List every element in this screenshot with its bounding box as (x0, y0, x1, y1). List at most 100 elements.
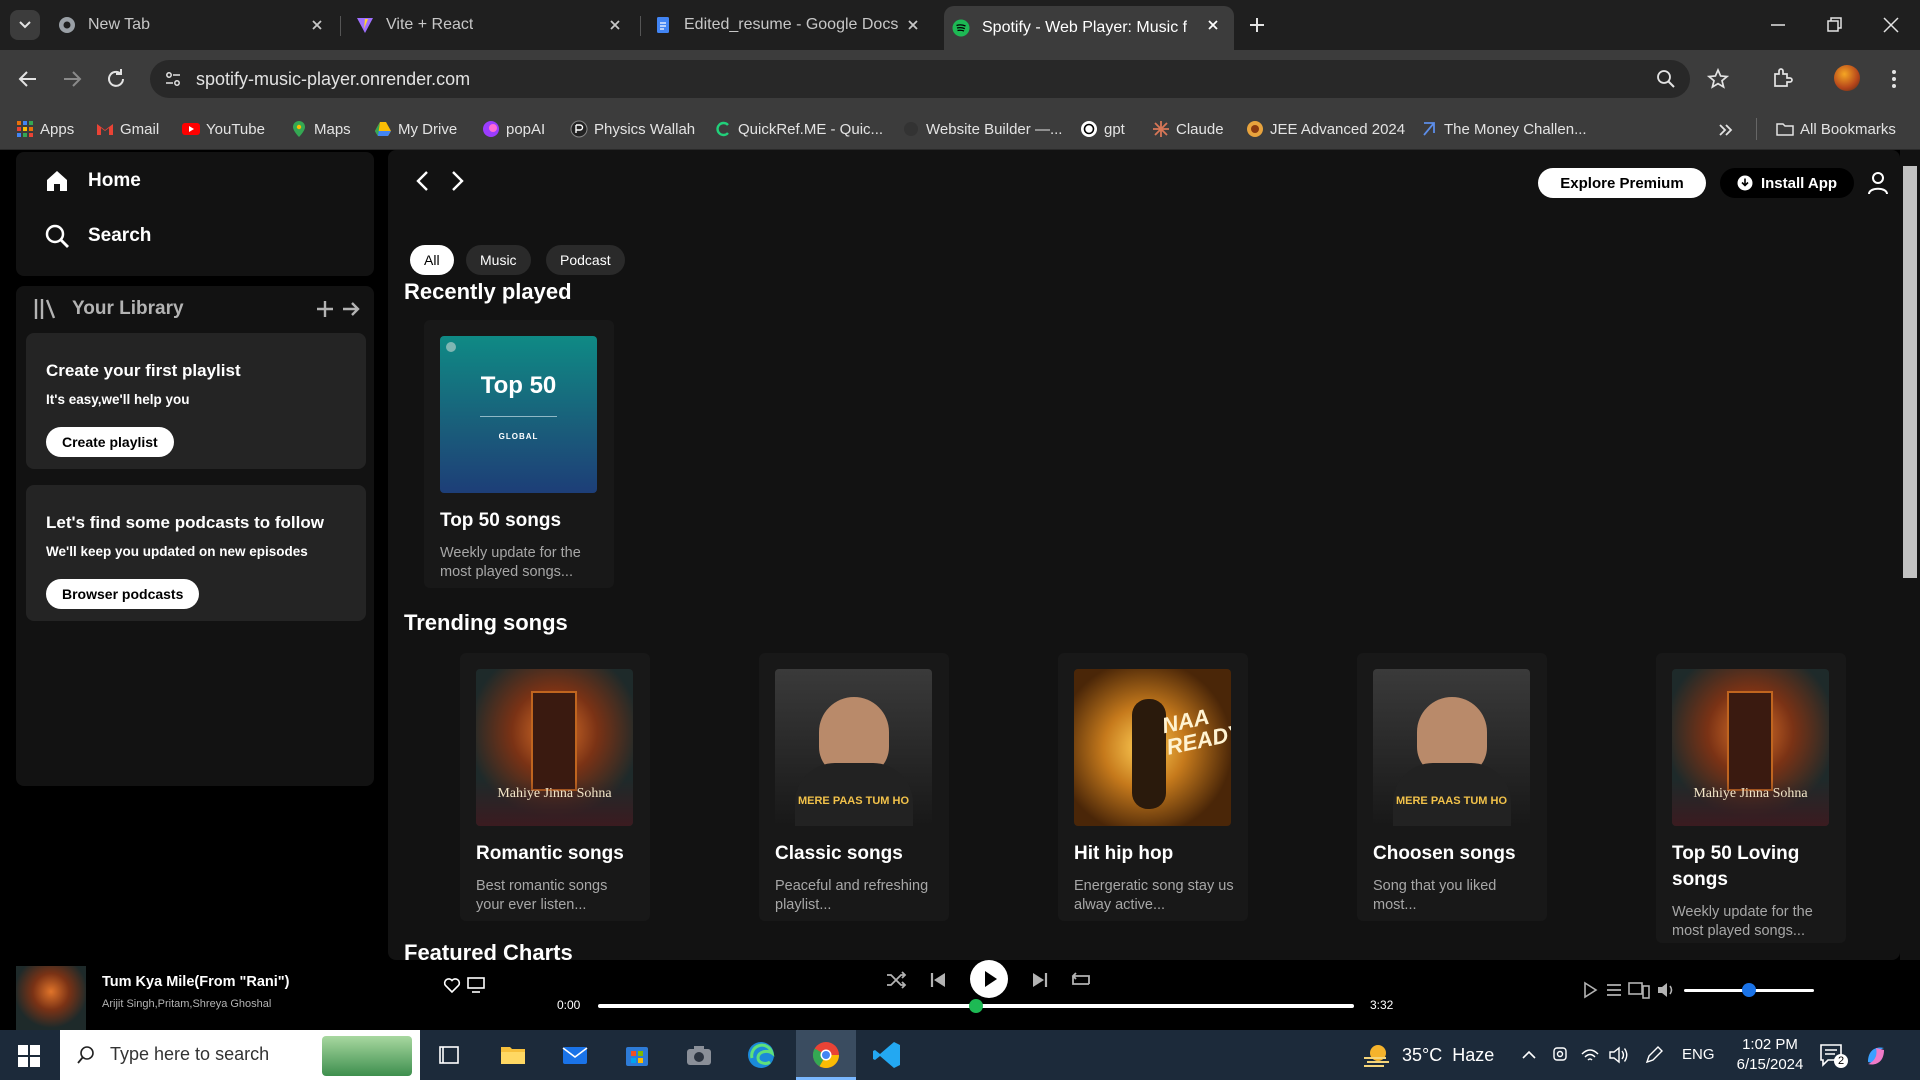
minimize-icon[interactable] (1768, 15, 1788, 35)
progress-knob[interactable] (969, 999, 983, 1013)
volume-icon[interactable] (1656, 980, 1678, 1000)
profile-avatar[interactable] (1834, 65, 1860, 91)
browse-podcasts-button[interactable]: Browser podcasts (46, 579, 200, 609)
plus-icon[interactable] (314, 298, 336, 320)
filter-chip-all[interactable]: All (410, 245, 454, 275)
all-bookmarks[interactable]: All Bookmarks (1776, 116, 1896, 142)
album-card[interactable]: Mahiye Jinna Sohna Top 50 Loving songs W… (1656, 653, 1846, 943)
close-icon[interactable] (904, 16, 922, 34)
nav-forward-icon[interactable] (446, 168, 468, 194)
next-icon[interactable] (1028, 968, 1052, 992)
heart-icon[interactable] (443, 976, 461, 994)
album-card[interactable]: Top 50 GLOBAL Top 50 songs Weekly update… (424, 320, 614, 588)
notification-center[interactable]: 2 (1818, 1042, 1848, 1070)
windows-start-icon[interactable] (18, 1045, 40, 1067)
bookmark-maps[interactable]: Maps (290, 116, 351, 142)
device-icon[interactable] (466, 976, 486, 994)
bookmark-quickref[interactable]: QuickRef.ME - Quic... (714, 116, 883, 142)
close-icon[interactable] (606, 16, 624, 34)
install-app-button[interactable]: Install App (1720, 168, 1854, 198)
now-playing-cover[interactable] (16, 966, 86, 1030)
restore-icon[interactable] (1824, 15, 1844, 35)
nav-home[interactable]: Home (44, 168, 141, 194)
tab-vite-react[interactable]: Vite + React (356, 6, 636, 44)
now-playing-view-icon[interactable] (1580, 980, 1600, 1000)
back-arrow-icon[interactable] (16, 67, 40, 91)
tab-spotify[interactable]: Spotify - Web Player: Music for (944, 6, 1234, 50)
filter-chip-music[interactable]: Music (466, 245, 531, 275)
create-playlist-button[interactable]: Create playlist (46, 427, 174, 457)
track-artists[interactable]: Arijit Singh,Pritam,Shreya Ghoshal (102, 998, 271, 1010)
bookmark-gpt[interactable]: gpt (1080, 116, 1125, 142)
nav-search[interactable]: Search (44, 223, 151, 249)
camera-icon[interactable] (682, 1038, 716, 1072)
new-tab-plus-icon[interactable] (1246, 14, 1268, 36)
taskbar-search-box[interactable]: Type here to search (60, 1030, 420, 1080)
album-card[interactable]: NAA READY Hit hip hop Energeratic song s… (1058, 653, 1248, 921)
previous-icon[interactable] (926, 968, 950, 992)
window-close-icon[interactable] (1881, 15, 1901, 35)
library-header[interactable]: Your Library (32, 296, 184, 322)
microsoft-store-icon[interactable] (620, 1038, 654, 1072)
shuffle-icon[interactable] (884, 968, 908, 992)
bookmark-apps[interactable]: Apps (16, 116, 74, 142)
tab-new-tab[interactable]: New Tab (58, 6, 338, 44)
scrollbar-track[interactable] (1900, 150, 1920, 960)
camera-privacy-icon[interactable] (1550, 1045, 1570, 1065)
bookmarks-overflow-icon[interactable] (1716, 122, 1736, 138)
bookmark-website-builder[interactable]: Website Builder —... (902, 116, 1062, 142)
weather-widget[interactable]: 35°C Haze (1362, 1042, 1494, 1068)
extensions-icon[interactable] (1770, 66, 1794, 90)
reload-icon[interactable] (104, 67, 128, 91)
pen-icon[interactable] (1644, 1045, 1664, 1065)
bookmark-claude[interactable]: Claude (1152, 116, 1224, 142)
connect-device-icon[interactable] (1628, 980, 1650, 1000)
tab-google-docs[interactable]: Edited_resume - Google Docs (654, 6, 934, 44)
bookmark-label: JEE Advanced 2024 (1270, 120, 1406, 138)
bookmark-youtube[interactable]: YouTube (182, 116, 265, 142)
close-icon[interactable] (1204, 16, 1222, 34)
site-info-icon[interactable] (164, 70, 182, 88)
bookmark-star-icon[interactable] (1706, 67, 1730, 91)
vscode-icon[interactable] (870, 1038, 904, 1072)
bookmark-money-challenge[interactable]: The Money Challen... (1420, 116, 1587, 142)
copilot-icon[interactable] (1862, 1042, 1890, 1070)
bookmark-jee-advanced[interactable]: JEE Advanced 2024 (1246, 116, 1405, 142)
wifi-icon[interactable] (1580, 1045, 1600, 1065)
play-button[interactable] (970, 960, 1008, 998)
album-card[interactable]: Mahiye Jinna Sohna Romantic songs Best r… (460, 653, 650, 921)
progress-bar[interactable] (598, 999, 1354, 1013)
user-profile-icon[interactable] (1866, 170, 1890, 196)
forward-arrow-icon[interactable] (60, 67, 84, 91)
edge-icon[interactable] (744, 1038, 778, 1072)
bookmark-popai[interactable]: popAI (482, 116, 545, 142)
nav-back-icon[interactable] (412, 168, 434, 194)
bookmark-my-drive[interactable]: My Drive (374, 116, 457, 142)
album-card[interactable]: MERE PAAS TUM HO Classic songs Peaceful … (759, 653, 949, 921)
language-indicator[interactable]: ENG (1682, 1046, 1715, 1063)
volume-knob[interactable] (1742, 983, 1756, 997)
task-view-icon[interactable] (432, 1038, 466, 1072)
queue-icon[interactable] (1604, 980, 1624, 1000)
tab-search-button[interactable] (10, 10, 40, 40)
chrome-taskbar-active[interactable] (796, 1030, 856, 1080)
file-explorer-icon[interactable] (496, 1038, 530, 1072)
filter-chip-podcast[interactable]: Podcast (546, 245, 625, 275)
explore-premium-button[interactable]: Explore Premium (1538, 168, 1706, 198)
scrollbar-thumb[interactable] (1903, 166, 1917, 578)
volume-slider[interactable] (1684, 983, 1814, 997)
album-card[interactable]: MERE PAAS TUM HO Choosen songs Song that… (1357, 653, 1547, 921)
show-hidden-icons-chevron-icon[interactable] (1520, 1046, 1538, 1064)
bookmark-physics-wallah[interactable]: Physics Wallah (570, 116, 695, 142)
repeat-icon[interactable] (1069, 968, 1093, 992)
close-icon[interactable] (308, 16, 326, 34)
mail-icon[interactable] (558, 1038, 592, 1072)
bookmark-gmail[interactable]: Gmail (96, 116, 159, 142)
more-menu-icon[interactable] (1882, 67, 1906, 91)
speaker-icon[interactable] (1608, 1045, 1630, 1065)
zoom-icon[interactable] (1656, 69, 1676, 89)
clock[interactable]: 1:02 PM 6/15/2024 (1722, 1035, 1818, 1075)
arrow-right-icon[interactable] (340, 298, 362, 320)
address-bar[interactable]: spotify-music-player.onrender.com (150, 60, 1690, 98)
track-title[interactable]: Tum Kya Mile(From "Rani") (102, 974, 290, 990)
